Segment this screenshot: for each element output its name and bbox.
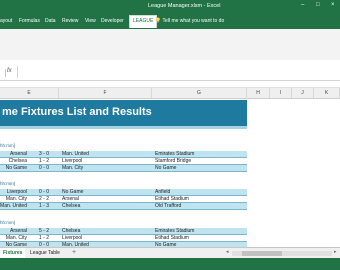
away-team: Liverpool [62,158,83,164]
fixture-row[interactable]: Man. City 1 - 2 Liverpool Etihad Stadium [0,235,247,242]
tab-formulas[interactable]: Formulas [19,18,40,24]
venue: Emirates Stadium [155,228,195,234]
time-format-hint: hh:mm] [0,143,16,148]
venue: Etihad Stadium [155,196,189,202]
column-headers: E F G H I J K [0,87,340,99]
away-team: No Game [62,189,84,195]
score: 0 - 0 [38,165,49,171]
home-team: Arsenal [10,151,27,157]
away-team: Man. United [62,151,89,157]
home-team: Arsenal [10,228,27,234]
column-header-e[interactable]: E [0,88,59,98]
score: 5 - 2 [38,228,49,234]
column-header-h[interactable]: H [247,88,270,98]
home-team: Man. City [5,235,27,241]
minimize-icon[interactable]: – [301,2,304,8]
scroll-left-icon[interactable]: ◂ [226,249,229,255]
formula-input[interactable] [17,66,340,78]
column-header-g[interactable]: G [152,88,247,98]
venue: Anfield [155,189,171,195]
column-header-f[interactable]: F [59,88,152,98]
away-team: Man. City [62,165,84,171]
title-underline [0,126,247,129]
fixture-row[interactable]: Arsenal 5 - 2 Chelsea Emirates Stadium [0,228,247,235]
add-sheet-button[interactable]: + [72,249,76,256]
column-header-i[interactable]: I [270,88,292,98]
tab-page-layout[interactable]: ayout [0,18,12,24]
venue: No Game [155,165,177,171]
fixture-row[interactable]: Liverpool 0 - 0 No Game Anfield [0,189,247,196]
horizontal-scrollbar[interactable] [232,251,332,256]
away-team: Arsenal [62,196,79,202]
time-format-hint: hh:mm] [0,181,16,186]
fixture-row[interactable]: Man. United 1 - 3 Chelsea Old Trafford [0,203,247,210]
tab-view[interactable]: View [85,18,96,24]
lightbulb-icon: 💡 [155,18,162,24]
formula-separator [5,69,6,77]
away-team: Chelsea [62,203,81,209]
score: 1 - 3 [38,203,49,209]
away-team: Chelsea [62,228,81,234]
column-header-k[interactable]: K [314,88,340,98]
score: 1 - 2 [38,158,49,164]
score: 1 - 2 [38,235,49,241]
score: 2 - 2 [38,196,49,202]
venue: Old Trafford [155,203,182,209]
sheet-tab-league-table[interactable]: League Table [27,248,63,258]
tab-developer[interactable]: Developer [101,18,124,24]
home-team: Man. United [0,203,27,209]
formula-bar: fx [0,60,340,81]
scroll-right-icon[interactable]: ▸ [334,249,337,255]
tab-league[interactable]: LEAGUE [129,15,158,28]
home-team: Chelsea [8,158,27,164]
status-bar [0,258,340,270]
home-team: Man. City [5,196,27,202]
tell-me-text: Tell me what you want to do [162,18,225,24]
venue: Emirates Stadium [155,151,195,157]
maximize-icon[interactable]: □ [316,2,320,8]
time-format-hint: hh:mm] [0,220,16,225]
home-team: No Game [5,165,27,171]
score: 0 - 0 [38,189,49,195]
home-team: Liverpool [6,189,27,195]
venue: Etihad Stadium [155,235,189,241]
page-title: me Fixtures List and Results [0,100,247,126]
venue: Stamford Bridge [155,158,192,164]
fixture-row[interactable]: Arsenal 3 - 0 Man. United Emirates Stadi… [0,151,247,158]
tab-review[interactable]: Review [62,18,78,24]
scrollbar-thumb[interactable] [242,251,282,256]
ribbon-body [0,29,340,61]
tab-data[interactable]: Data [45,18,56,24]
window-title: League Manager.xlsm - Excel [148,3,221,9]
fx-icon[interactable]: fx [7,68,12,74]
fixture-row[interactable]: No Game 0 - 0 Man. City No Game [0,165,247,172]
close-icon[interactable]: × [331,2,335,8]
title-bar: League Manager.xlsm - Excel – □ × [0,0,340,13]
score: 3 - 0 [38,151,49,157]
fixture-row[interactable]: Chelsea 1 - 2 Liverpool Stamford Bridge [0,158,247,165]
ribbon-tabs: ayout Formulas Data Review View Develope… [0,13,340,29]
column-header-j[interactable]: J [292,88,314,98]
tell-me-box[interactable]: 💡 Tell me what you want to do [155,18,224,24]
away-team: Liverpool [62,235,83,241]
fixture-row[interactable]: Man. City 2 - 2 Arsenal Etihad Stadium [0,196,247,203]
